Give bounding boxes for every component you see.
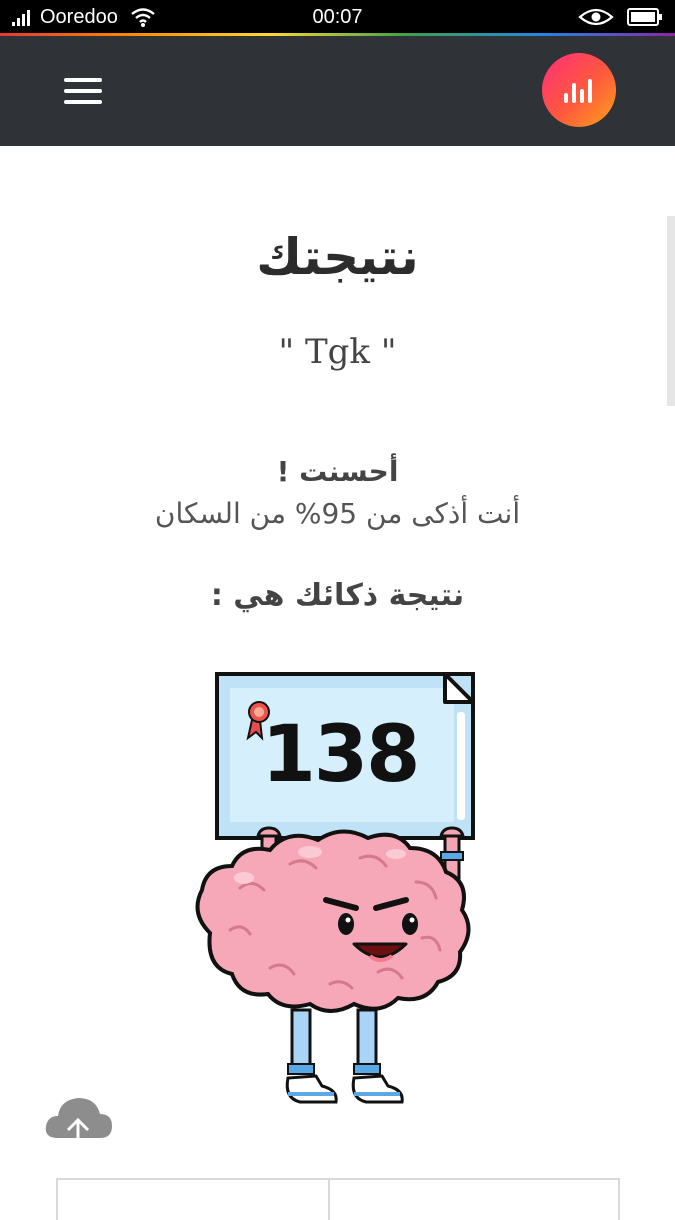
status-bar: Ooredoo 00:07 <box>0 0 675 34</box>
share-panel-left[interactable] <box>56 1178 332 1220</box>
battery-icon <box>627 8 662 26</box>
share-panel-right[interactable] <box>328 1178 620 1220</box>
clock: 00:07 <box>312 6 363 28</box>
username: " Tgk " <box>278 332 397 372</box>
iq-score: 138 <box>261 710 421 800</box>
percentile-text: أنت أذكى من 95% من السكان <box>154 497 521 530</box>
page-title: نتيجتك <box>256 228 419 286</box>
cloud-upload-icon[interactable] <box>44 1094 114 1152</box>
eye-comfort-icon <box>578 8 614 26</box>
equalizer-bars-icon <box>564 79 592 103</box>
equalizer-logo-icon[interactable] <box>542 53 616 127</box>
hamburger-menu-icon[interactable] <box>64 76 104 106</box>
iq-result-label: نتيجة ذكائك هي : <box>210 578 465 613</box>
congrats-heading: أحسنت ! <box>276 455 399 488</box>
app-header <box>0 36 675 146</box>
